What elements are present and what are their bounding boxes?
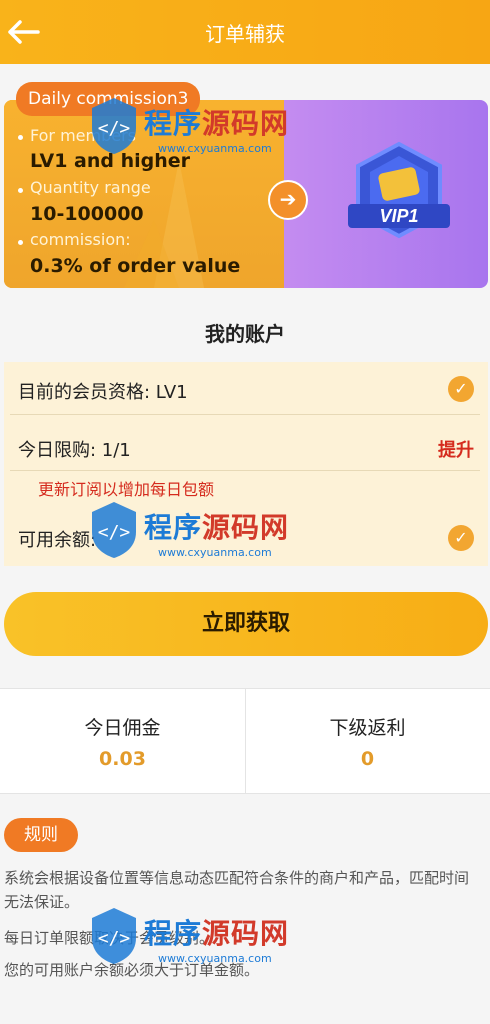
check-icon: ✓: [448, 376, 474, 402]
stat-today-commission: 今日佣金 0.03: [0, 689, 245, 793]
quantity-label: Quantity range: [30, 178, 151, 197]
stat-label: 下级返利: [329, 717, 406, 739]
account-section-title: 我的账户: [205, 322, 285, 346]
watermark: </> 程序源码网 www.cxyuanma.com: [88, 906, 298, 976]
bullet-dot: [18, 240, 23, 245]
stat-subordinate-rebate: 下级返利 0: [245, 689, 490, 793]
daily-limit: 今日限购: 1/1: [18, 440, 131, 461]
bullet-dot: [18, 135, 23, 140]
watermark-shield-icon: </>: [92, 98, 136, 154]
divider: [10, 470, 480, 471]
watermark-text: 源码网: [202, 107, 290, 140]
divider: [10, 414, 480, 415]
bullet-dot: [18, 188, 23, 193]
get-now-button[interactable]: 立即获取: [4, 592, 488, 656]
watermark-text: 源码网: [202, 917, 290, 950]
watermark-url: www.cxyuanma.com: [158, 142, 272, 155]
top-bar: 订单辅获: [0, 0, 490, 64]
svg-text:</>: </>: [98, 118, 131, 139]
page-title: 订单辅获: [205, 22, 285, 46]
rule-line: 系统会根据设备位置等信息动态匹配符合条件的商户和产品，匹配时间: [4, 869, 470, 887]
membership-status: 目前的会员资格: LV1: [18, 382, 188, 403]
watermark-url: www.cxyuanma.com: [158, 952, 272, 965]
stat-value: 0: [360, 748, 375, 770]
available-balance: 可用余额:: [18, 530, 97, 551]
vip-level-text: VIP1: [379, 206, 418, 226]
rules-badge: 规则: [4, 818, 78, 852]
subscription-warning: 更新订阅以增加每日包额: [38, 480, 215, 499]
upgrade-link[interactable]: 提升: [438, 436, 474, 462]
svg-text:</>: </>: [98, 522, 131, 543]
vip-badge: VIP1: [348, 141, 450, 239]
watermark-text: 源码网: [202, 511, 290, 544]
watermark-text: 程序: [144, 917, 203, 950]
watermark: </> 程序源码网 www.cxyuanma.com: [88, 500, 298, 570]
stats-panel: 今日佣金 0.03 下级返利 0: [0, 688, 490, 794]
stat-value: 0.03: [99, 748, 146, 770]
watermark-url: www.cxyuanma.com: [158, 546, 272, 559]
watermark-text: 程序: [144, 511, 203, 544]
arrow-right-icon[interactable]: ➔: [268, 180, 308, 220]
watermark-shield-icon: </>: [92, 502, 136, 558]
commission-value: 0.3% of order value: [30, 255, 241, 277]
svg-text:</>: </>: [98, 928, 131, 949]
watermark: </> 程序源码网 www.cxyuanma.com: [88, 96, 298, 166]
stat-label: 今日佣金: [84, 717, 161, 739]
commission-label: commission:: [30, 230, 131, 249]
quantity-value: 10-100000: [30, 203, 144, 225]
watermark-text: 程序: [144, 107, 203, 140]
check-icon: ✓: [448, 525, 474, 551]
watermark-shield-icon: </>: [92, 908, 136, 964]
